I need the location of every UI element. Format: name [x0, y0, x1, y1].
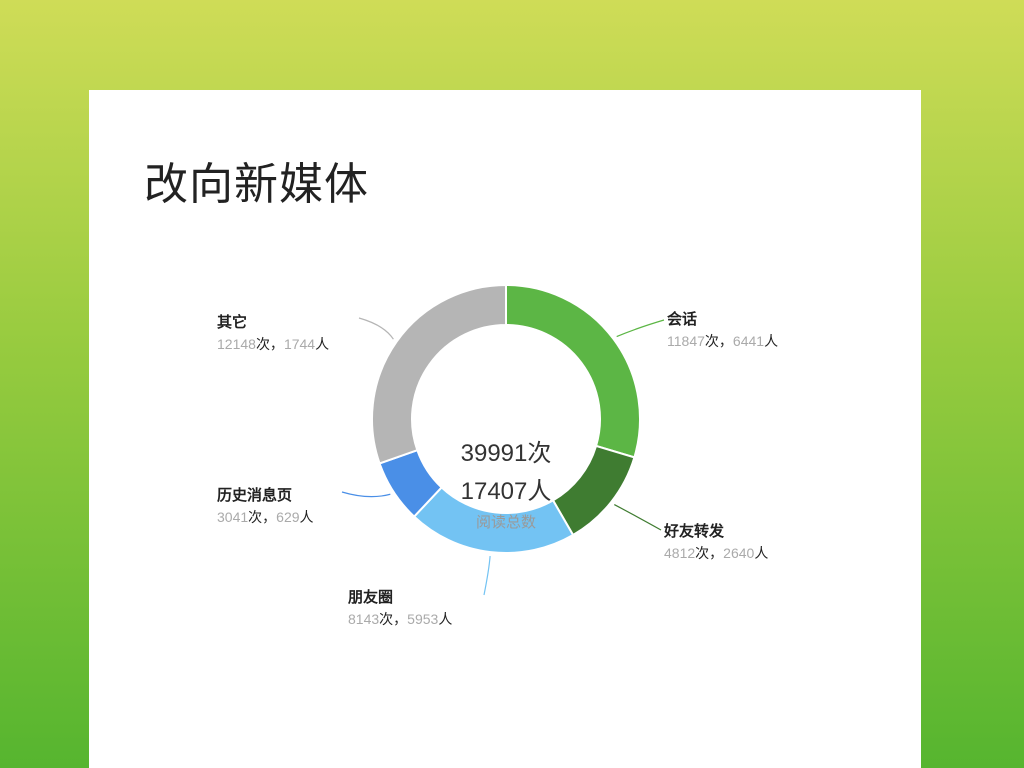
leader-line [616, 319, 665, 338]
reads-unit: 次， [255, 336, 284, 352]
slice-label: 历史消息页 [217, 487, 293, 504]
total-people: 17407人 [460, 478, 552, 505]
donut-chart [341, 283, 665, 596]
people-unit: 人 [764, 333, 779, 349]
slice-stats: 11847次，6441人 [667, 330, 778, 352]
slide-card: 改向新媒体 39991次 17407人 阅读总数 会话 11847次，6441人… [89, 90, 921, 768]
callout-huihua: 会话 11847次，6441人 [667, 310, 778, 352]
slice-reads: 12148 [217, 336, 256, 352]
leader-line [358, 317, 394, 340]
callout-pengyouquan: 朋友圈 8143次，5953人 [348, 588, 452, 630]
leader-line [483, 556, 491, 596]
slice-reads: 3041 [217, 509, 249, 525]
reads-unit: 次， [379, 611, 408, 627]
callout-lishixiaoxiye: 历史消息页 3041次，629人 [217, 486, 314, 528]
callout-qita: 其它 12148次，1744人 [217, 313, 329, 355]
slice-stats: 8143次，5953人 [348, 608, 452, 630]
people-unit: 人 [438, 611, 453, 627]
reads-unit: 次， [704, 333, 733, 349]
slice-reads: 4812 [664, 545, 696, 561]
slice-label: 好友转发 [664, 523, 725, 540]
slice-people: 2640 [723, 545, 755, 561]
slice-stats: 3041次，629人 [217, 506, 314, 528]
total-caption: 阅读总数 [475, 514, 536, 531]
people-unit: 人 [299, 509, 314, 525]
slice-people: 1744 [283, 336, 316, 352]
slice-label: 朋友圈 [348, 589, 394, 606]
slice-stats: 12148次，1744人 [217, 333, 329, 355]
slice-huihua [505, 283, 641, 459]
slice-reads: 11847 [667, 333, 705, 349]
slice-people: 629 [276, 509, 300, 525]
slice-label: 其它 [217, 314, 248, 331]
callout-haoyouzhuanfa: 好友转发 4812次，2640人 [664, 522, 768, 564]
people-unit: 人 [315, 336, 330, 352]
reads-unit: 次， [248, 509, 277, 525]
people-unit: 人 [754, 545, 769, 561]
slice-people: 5953 [407, 611, 439, 627]
total-reads: 39991次 [460, 440, 552, 467]
reads-unit: 次， [695, 545, 724, 561]
slice-stats: 4812次，2640人 [664, 542, 768, 564]
slice-label: 会话 [667, 311, 698, 328]
slice-reads: 8143 [348, 611, 380, 627]
leader-line [341, 491, 391, 498]
slice-people: 6441 [732, 333, 765, 349]
